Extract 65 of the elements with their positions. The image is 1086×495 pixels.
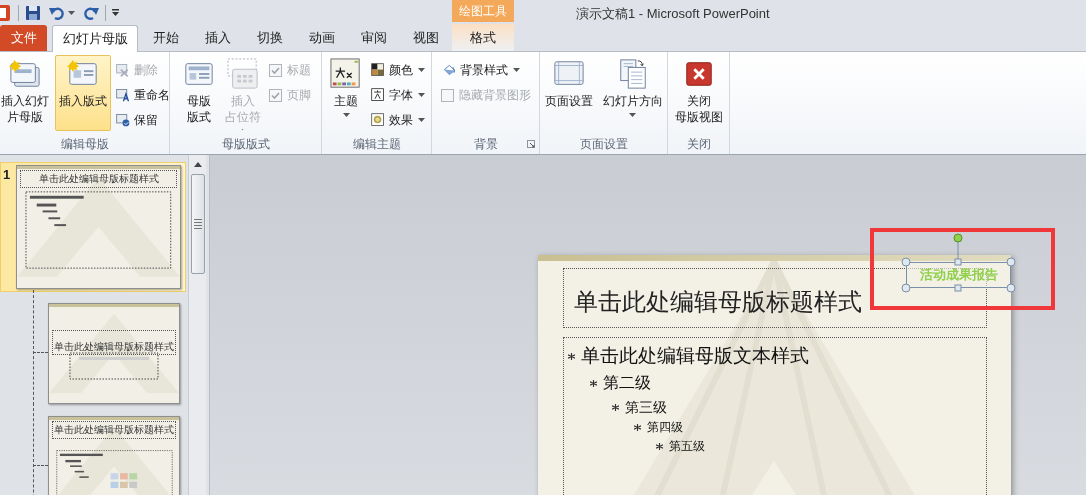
thumbnail-title: 单击此处编辑母版标题样式 (52, 421, 176, 439)
ribbon-tab[interactable]: 审阅 (348, 25, 400, 51)
ribbon-button[interactable]: 插入版式 (55, 55, 111, 131)
customize-toolbar-icon[interactable] (112, 9, 119, 16)
ribbon-tab[interactable]: 视图 (400, 25, 452, 51)
ribbon-button[interactable]: 效果 (368, 108, 427, 132)
ribbon-button[interactable]: 幻灯片方向 (598, 55, 667, 131)
ribbon-tab[interactable]: 动画 (296, 25, 348, 51)
slide-master-icon (9, 58, 41, 90)
ribbon-button[interactable]: 页面设置 (540, 55, 597, 131)
slide-number: 1 (3, 166, 11, 184)
app-logo-icon[interactable] (0, 2, 12, 23)
ribbon-button[interactable]: 主题 (326, 55, 366, 131)
slide-thumbnail[interactable]: 单击此处编辑母版标题样式 (48, 303, 180, 404)
thumbnail-title: 单击此处编辑母版标题样式 (20, 170, 177, 188)
ribbon-tab[interactable]: 格式 (452, 24, 514, 51)
delete-icon (115, 62, 131, 78)
paint-bucket-icon (440, 62, 457, 78)
ribbon-button[interactable]: 保留 (113, 108, 172, 132)
group-label: 关闭 (685, 136, 712, 153)
slide-thumbnail[interactable]: 单击此处编辑母版标题样式 (16, 165, 181, 289)
effects-icon (370, 112, 386, 128)
font-icon (370, 87, 386, 103)
bullet-text: 第三级 (625, 398, 667, 417)
preserve-icon (115, 112, 131, 128)
group-label: 编辑主题 (351, 136, 402, 153)
title-text: 单击此处编辑母版标题样式 (574, 287, 862, 317)
bullet-text: 单击此处编辑母版文本样式 (581, 344, 809, 368)
group-label: 编辑母版 (59, 136, 110, 153)
ribbon-button[interactable]: 背景样式 (438, 58, 533, 82)
dialog-launcher-icon[interactable] (527, 140, 535, 148)
save-icon[interactable] (25, 4, 41, 21)
group-label: 页面设置 (578, 136, 629, 153)
ribbon-button[interactable]: 母版 版式 (178, 55, 219, 131)
ribbon-button[interactable]: 字体 (368, 83, 427, 107)
rename-icon (115, 87, 131, 103)
file-tab[interactable]: 文件 (0, 25, 47, 51)
ribbon-button[interactable]: 颜色 (368, 58, 427, 82)
scroll-up-icon[interactable] (192, 161, 203, 168)
ribbon-tab[interactable]: 幻灯片母版 (52, 25, 138, 52)
scrollbar[interactable] (188, 155, 206, 495)
contextual-tab-group-label: 绘图工具 (452, 0, 514, 22)
color-palette-icon (370, 62, 386, 78)
bullet-text: 第五级 (669, 438, 705, 455)
placeholder-icon (226, 58, 259, 90)
ribbon-tab[interactable]: 插入 (192, 25, 244, 51)
group-label: 背景 (472, 136, 499, 153)
bullet-icon (656, 443, 663, 450)
bullet-icon (634, 424, 641, 431)
ribbon-button[interactable]: 关闭 母版视图 (670, 55, 727, 131)
ribbon-button[interactable]: 插入幻灯 片母版 (0, 55, 53, 131)
bullet-icon (612, 403, 619, 411)
slide-thumbnail[interactable]: 单击此处编辑母版标题样式 (48, 416, 180, 495)
bullet-icon (590, 379, 597, 387)
ribbon-tab[interactable]: 开始 (140, 25, 192, 51)
bullet-text: 第二级 (603, 373, 651, 393)
ribbon-tab[interactable]: 切换 (244, 25, 296, 51)
group-label: 母版版式 (220, 136, 271, 153)
body-placeholder[interactable]: 单击此处编辑母版文本样式 第二级 第三级 第四级 第五级 (563, 337, 987, 495)
theme-icon (330, 58, 362, 90)
thumbnail-title: 单击此处编辑母版标题样式 (52, 330, 176, 355)
ribbon-button[interactable]: 重命名 (113, 83, 172, 107)
bullet-icon (568, 352, 575, 360)
window-title: 演示文稿1 - Microsoft PowerPoint (576, 5, 770, 23)
bullet-text: 第四级 (647, 419, 683, 436)
